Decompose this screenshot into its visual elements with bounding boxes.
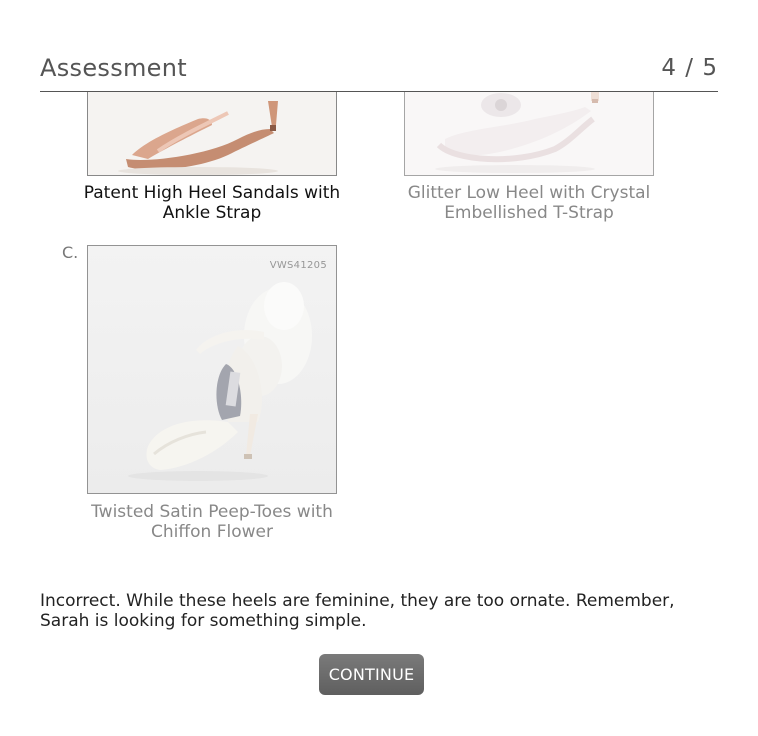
option-c-image[interactable]: VWS41205 [87,245,337,494]
options-scroll-area[interactable]: Patent High Heel Sandals with Ankle Stra… [40,92,718,562]
glitter-heel-image [405,92,653,175]
continue-button[interactable]: CONTINUE [319,654,424,695]
option-c-letter: C. [62,243,79,262]
satin-peep-toe-image [88,246,336,493]
option-b-caption[interactable]: Glitter Low Heel with Crystal Embellishe… [384,183,674,223]
option-b-image[interactable] [404,92,654,176]
assessment-header: Assessment 4 / 5 [40,52,718,92]
option-a-image[interactable] [87,92,337,176]
page-title: Assessment [40,54,187,82]
option-c-caption[interactable]: Twisted Satin Peep-Toes with Chiffon Flo… [67,502,357,542]
patent-sandal-image [88,92,336,175]
progress-counter: 4 / 5 [661,55,718,81]
option-a-caption[interactable]: Patent High Heel Sandals with Ankle Stra… [67,183,357,223]
feedback-message: Incorrect. While these heels are feminin… [40,591,675,631]
assessment-page: Assessment 4 / 5 Patent High Heel Sandal… [0,0,758,736]
sku-label: VWS41205 [269,260,327,271]
